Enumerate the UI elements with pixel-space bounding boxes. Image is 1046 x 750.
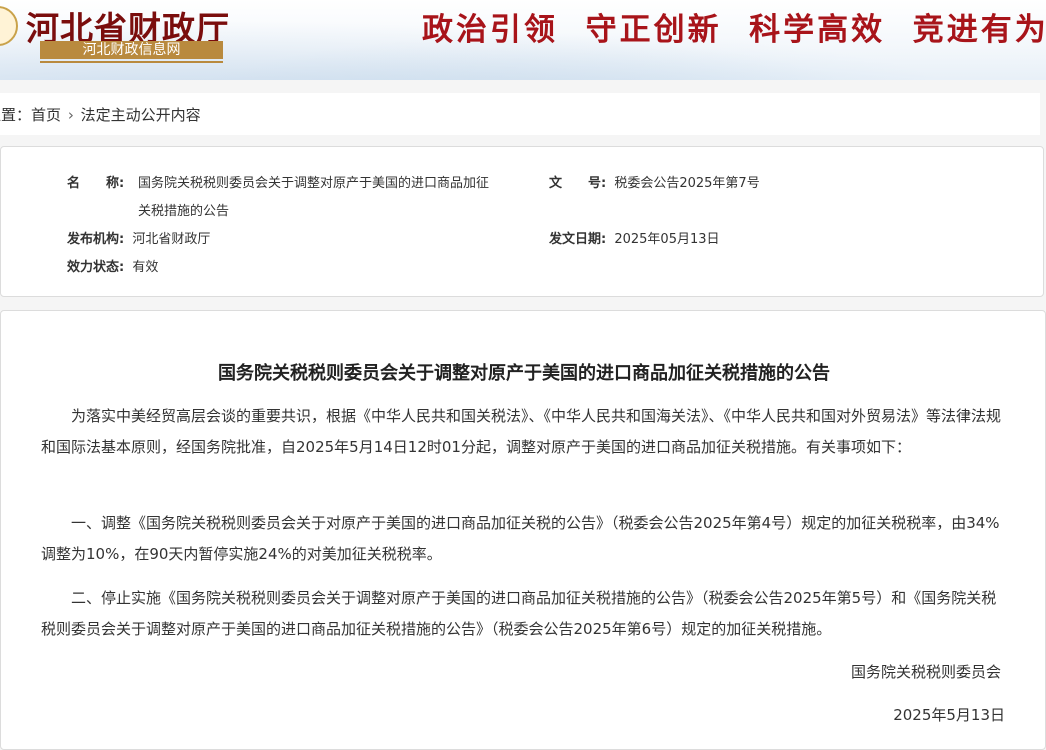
meta-docno-label: 文 号:: [549, 176, 607, 191]
emblem-icon: [0, 6, 18, 46]
article-paragraph-2: 一、调整《国务院关税税则委员会关于对原产于美国的进口商品加征关税的公告》（税委会…: [41, 514, 1000, 563]
breadcrumb: 位置：首页 › 法定主动公开内容: [0, 104, 201, 125]
meta-docno-value: 税委会公告2025年第7号: [614, 176, 760, 191]
site-header-banner: 河北省财政厅 河北财政信息网 政治引领 守正创新 科学高效 竞进有为: [0, 0, 1046, 80]
meta-name-value-line1: 国务院关税税则委员会关于调整对原产于美国的进口商品加征: [138, 172, 489, 191]
meta-name-value-cont: 关税措施的公告: [138, 204, 230, 219]
article-sign-date: 2025年5月13日: [893, 706, 1005, 724]
meta-date-value: 2025年05月13日: [614, 232, 720, 247]
meta-issuer-value: 河北省财政厅: [132, 232, 211, 247]
breadcrumb-bar: 位置：首页 › 法定主动公开内容: [0, 93, 1040, 135]
article-body: 国务院关税税则委员会关于调整对原产于美国的进口商品加征关税措施的公告 为落实中美…: [0, 310, 1046, 750]
article-signature: 国务院关税税则委员会: [850, 663, 1001, 681]
article-title: 国务院关税税则委员会关于调整对原产于美国的进口商品加征关税措施的公告: [218, 363, 830, 384]
header-slogan: 政治引领 守正创新 科学高效 竞进有为: [422, 12, 1046, 48]
breadcrumb-home-link[interactable]: 首页: [31, 106, 61, 124]
meta-name-label: 名 称:: [67, 176, 125, 191]
article-paragraph-3: 二、停止实施《国务院关税税则委员会关于调整对原产于美国的进口商品加征关税措施的公…: [41, 589, 997, 638]
meta-name-row: 名 称:: [67, 172, 124, 191]
meta-status-label: 效力状态:: [67, 260, 125, 275]
breadcrumb-prefix: 位置：: [0, 106, 32, 124]
document-meta-box: 名 称: 国务院关税税则委员会关于调整对原产于美国的进口商品加征 关税措施的公告…: [0, 146, 1044, 297]
meta-status-value: 有效: [132, 260, 159, 275]
meta-issuer-row: 发布机构: 河北省财政厅: [67, 228, 210, 247]
meta-date-label: 发文日期:: [549, 232, 607, 247]
breadcrumb-separator-icon: ›: [67, 106, 74, 124]
site-subtitle: 河北财政信息网: [40, 41, 223, 63]
breadcrumb-current-link[interactable]: 法定主动公开内容: [81, 106, 201, 124]
meta-name-value: 国务院关税税则委员会关于调整对原产于美国的进口商品加征: [138, 176, 490, 191]
meta-status-row: 效力状态: 有效: [67, 256, 158, 275]
meta-name-value-line2: 关税措施的公告: [138, 200, 229, 219]
article-paragraph-1: 为落实中美经贸高层会谈的重要共识，根据《中华人民共和国关税法》、《中华人民共和国…: [41, 407, 1002, 456]
meta-date-row: 发文日期: 2025年05月13日: [549, 228, 720, 247]
meta-issuer-label: 发布机构:: [67, 232, 125, 247]
meta-docno-row: 文 号: 税委会公告2025年第7号: [549, 172, 760, 191]
